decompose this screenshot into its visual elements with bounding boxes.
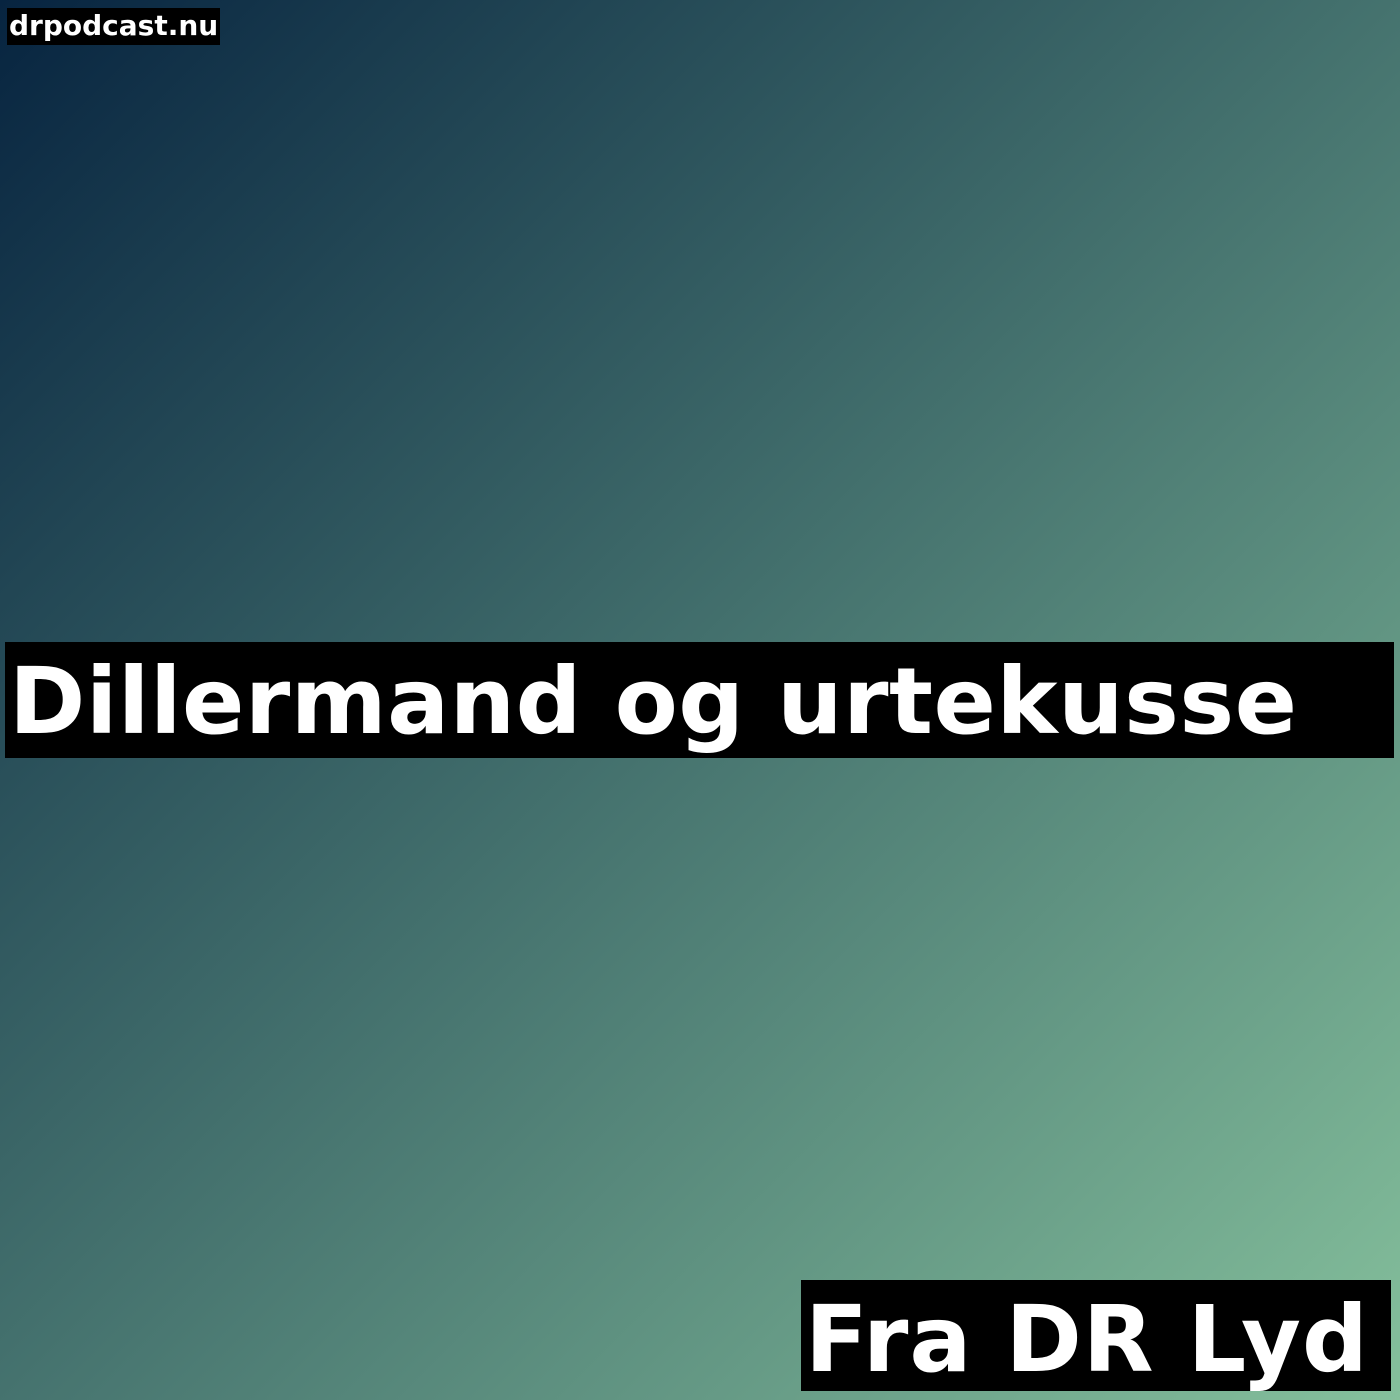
- publisher-credit: Fra DR Lyd: [801, 1280, 1391, 1391]
- podcast-cover: { "cover": { "site": "drpodcast.nu", "ti…: [0, 0, 1400, 1400]
- podcast-title: Dillermand og urtekusse: [5, 642, 1394, 758]
- site-label: drpodcast.nu: [7, 8, 221, 45]
